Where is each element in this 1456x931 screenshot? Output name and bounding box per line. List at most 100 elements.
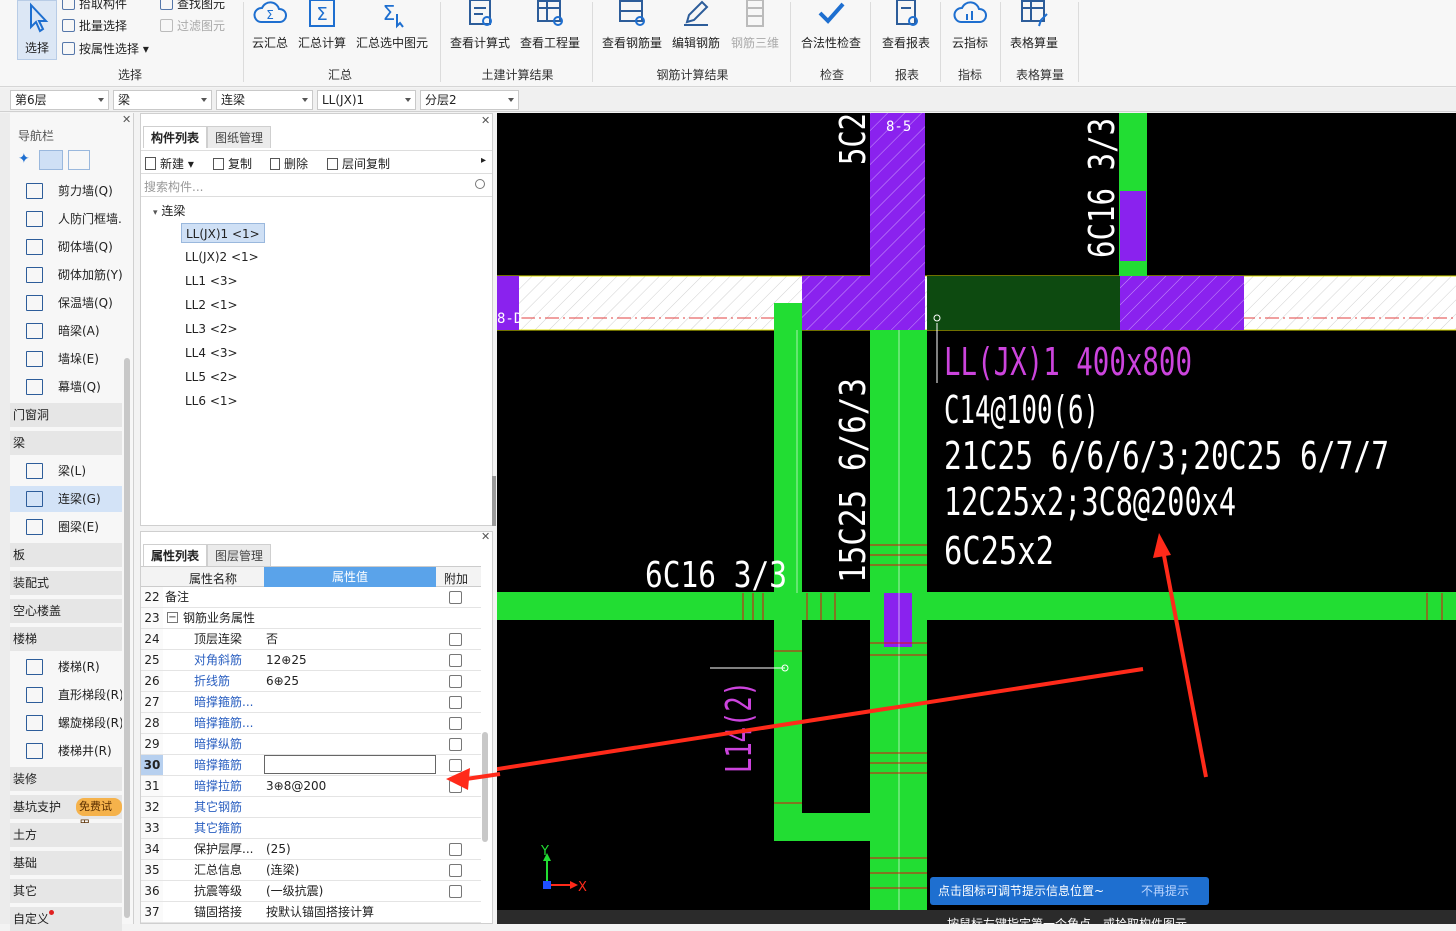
attach-checkbox[interactable] [449,843,462,856]
property-value[interactable]: (一级抗震) [266,881,436,901]
close-icon[interactable]: ✕ [481,530,490,543]
property-value[interactable]: 6⊕25 [266,671,436,691]
green-beam-bottom[interactable] [774,813,874,841]
property-value[interactable]: 3⊕8@200 [266,776,436,796]
property-row[interactable]: 25 对角斜筋 12⊕25 [141,650,481,671]
nav-item[interactable]: 楼梯井(R) [10,738,122,764]
property-value[interactable]: 12⊕25 [266,650,436,670]
batch-select-button[interactable]: 批量选择 [62,17,127,34]
list-view-icon[interactable] [39,150,63,170]
tree-item-4[interactable]: LL2 <1> [181,295,242,315]
search-input[interactable]: 搜索构件... [144,178,203,195]
property-row[interactable]: 31 暗撑拉筋 3⊕8@200 [141,776,481,797]
property-row[interactable]: 36 抗震等级 (一级抗震) [141,881,481,902]
attach-checkbox[interactable] [449,717,462,730]
tree-item-2[interactable]: LL(JX)2 <1> [181,247,263,267]
tab-drawing-management[interactable]: 图纸管理 [207,126,272,148]
property-value[interactable]: 否 [266,629,436,649]
summary-selected-button[interactable]: Σ 汇总选中图元 [354,0,430,51]
attach-checkbox[interactable] [449,633,462,646]
property-row[interactable]: 32 其它钢筋 [141,797,481,818]
nav-item[interactable]: 楼梯(R) [10,654,122,680]
nav-item[interactable]: 螺旋梯段(R) [10,710,122,736]
property-value[interactable]: (25) [266,839,436,859]
property-row[interactable]: 28 暗撑箍筋... [141,713,481,734]
tab-layer-management[interactable]: 图层管理 [207,544,272,566]
nav-category-foundation[interactable]: 基础 [10,851,122,875]
property-row[interactable]: 23 钢筋业务属性 − [141,608,481,629]
attach-checkbox[interactable] [449,885,462,898]
property-row[interactable]: 22 备注 [141,587,481,608]
copy-button[interactable]: 复制 [213,155,252,172]
nav-scrollbar[interactable] [124,358,130,918]
nav-category-decor[interactable]: 装修 [10,767,122,791]
cloud-index-button[interactable]: 云指标 [946,0,994,51]
free-trial-badge[interactable]: 免费试用 [76,798,122,831]
tree-root[interactable]: ▾ 连梁 [153,202,185,219]
panel-divider-grip[interactable] [492,476,496,526]
legality-check-button[interactable]: 合法性检查 [798,0,864,51]
nav-category-stair[interactable]: 楼梯 [10,627,122,651]
select-by-attribute-button[interactable]: 按属性选择 ▾ [62,40,149,57]
property-value[interactable]: 按默认锚固搭接计算 [266,902,436,922]
attach-checkbox[interactable] [449,675,462,688]
green-beam-horizontal[interactable] [497,592,1456,620]
nav-category-custom[interactable]: 自定义 [10,907,122,931]
hint-tooltip[interactable]: 点击图标可调节提示信息位置~ 不再提示 [930,877,1209,905]
close-icon[interactable]: ✕ [122,113,131,126]
nav-category-slab[interactable]: 板 [10,543,122,567]
close-icon[interactable]: ✕ [481,114,490,127]
purple-insert[interactable] [1120,191,1146,261]
nav-item[interactable]: 直形梯段(R) [10,682,122,708]
tree-item-3[interactable]: LL1 <3> [181,271,242,291]
attach-checkbox[interactable] [449,591,462,604]
tree-item-1[interactable]: LL(JX)1 <1> [181,223,265,243]
nav-item[interactable]: 暗梁(A) [10,318,122,344]
attach-checkbox[interactable] [449,654,462,667]
nav-item[interactable]: 剪力墙(Q) [10,178,122,204]
nav-category-hollow[interactable]: 空心楼盖 [10,599,122,623]
nav-category-beam[interactable]: 梁 [10,431,122,455]
property-row[interactable]: 37 锚固搭接 按默认锚固搭接计算 [141,902,481,923]
tab-component-list[interactable]: 构件列表 [143,126,208,148]
nav-item[interactable]: 砌体加筋(Y) [10,262,122,288]
new-button[interactable]: 新建 ▾ [145,155,194,172]
find-element-button[interactable]: 查找图元 [160,0,225,12]
attach-checkbox[interactable] [449,696,462,709]
property-value[interactable]: (连梁) [266,860,436,880]
tab-property-list[interactable]: 属性列表 [143,544,208,566]
tree-item-7[interactable]: LL5 <2> [181,367,242,387]
property-row[interactable]: 24 顶层连梁否 [141,629,481,650]
view-rebar-button[interactable]: 查看钢筋量 [600,0,664,51]
detail-view-icon[interactable] [68,150,90,170]
edit-rebar-button[interactable]: 编辑钢筋 [668,0,724,51]
nav-item[interactable]: 墙垛(E) [10,346,122,372]
nav-item[interactable]: 保温墙(Q) [10,290,122,316]
property-value[interactable] [264,755,436,774]
nav-item[interactable]: 人防门框墙. [10,206,122,232]
cloud-summary-button[interactable]: Σ 云汇总 [249,0,291,51]
collapse-icon[interactable]: − [167,612,178,623]
search-box[interactable]: 搜索构件... [141,175,492,197]
table-calc-button[interactable]: 表格算量 [1006,0,1062,51]
type-select[interactable]: 连梁 [216,90,313,110]
property-row[interactable]: 26 折线筋 6⊕25 [141,671,481,692]
expand-icon[interactable]: ▾ [153,208,158,218]
nav-category-earth[interactable]: 土方 [10,823,122,847]
nav-item[interactable]: 圈梁(E) [10,514,122,540]
dark-green-block[interactable] [927,276,1120,330]
tree-item-6[interactable]: LL4 <3> [181,343,242,363]
nav-item[interactable]: 幕墙(Q) [10,374,122,400]
property-row[interactable]: 27 暗撑箍筋... [141,692,481,713]
component-select[interactable]: LL(JX)1 [317,90,416,110]
dismiss-hint-button[interactable]: 不再提示 [1141,877,1189,905]
rebar-3d-button[interactable]: 钢筋三维 [728,0,782,51]
property-row[interactable]: 33 其它箍筋 [141,818,481,839]
attach-checkbox[interactable] [449,738,462,751]
sparkle-icon[interactable]: ✦ [18,151,30,167]
nav-category-other[interactable]: 其它 [10,879,122,903]
property-row[interactable]: 34 保护层厚... (25) [141,839,481,860]
view-report-button[interactable]: 查看报表 [878,0,934,51]
delete-button[interactable]: 删除 [270,155,308,172]
nav-item[interactable]: 连梁(G) [10,486,122,512]
